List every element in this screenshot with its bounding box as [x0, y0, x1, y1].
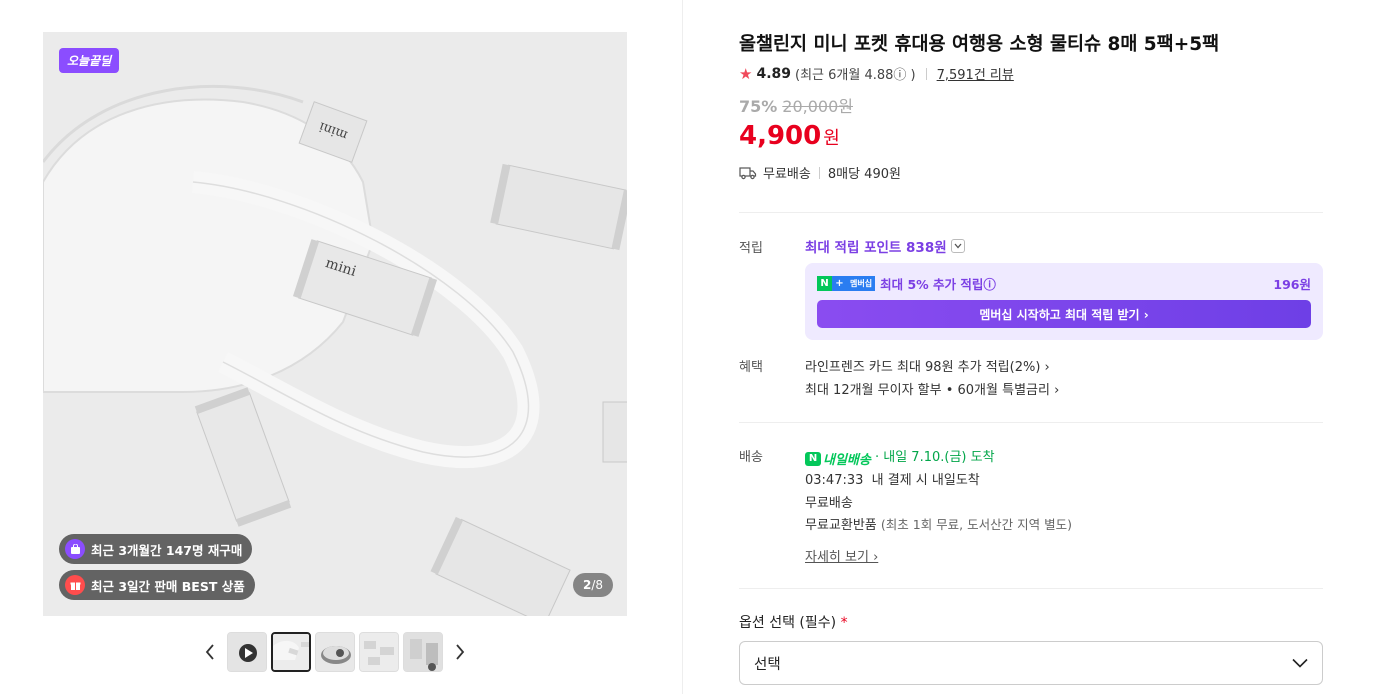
original-price: 20,000원 [782, 97, 854, 116]
unit-price-text: 8매당 490원 [827, 167, 901, 182]
discount-rate: 75% [739, 97, 778, 116]
chevron-down-icon [1292, 658, 1308, 668]
thumbnail-image[interactable] [315, 632, 355, 672]
installment-benefit-link[interactable]: 최대 12개월 무이자 할부 • 60개월 특별금리 › [805, 379, 1059, 398]
image-counter-total: /8 [591, 578, 603, 592]
membership-amount: 196원 [1273, 277, 1311, 292]
required-mark: * [840, 615, 848, 631]
thumbnail-prev-button[interactable] [197, 632, 223, 672]
max-points-text: 최대 적립 포인트 838원 [805, 240, 947, 256]
truck-icon [739, 166, 757, 179]
thumbnail-next-button[interactable] [447, 632, 473, 672]
option-label-text: 옵션 선택 (필수) [739, 615, 837, 631]
section-divider [739, 588, 1323, 589]
naver-n-icon: N [817, 276, 832, 291]
gift-icon [65, 575, 85, 595]
product-page: mini mini 오늘끝딜 최근 3개월간 147명 재구매 최근 3일간 판… [0, 0, 1380, 694]
repurchase-badge: 최근 3개월간 147명 재구매 [59, 534, 253, 564]
delivery-eta-row: N 내일배송 · 내일 7.10.(금) 도착 [805, 446, 995, 468]
benefits-label: 혜택 [739, 360, 763, 375]
naver-n-icon: N [805, 451, 821, 466]
separator [818, 166, 820, 179]
image-counter: 2/8 [572, 573, 613, 597]
thumbnail-strip [197, 632, 473, 672]
free-shipping-text: 무료배송 [763, 167, 811, 182]
chevron-left-icon [205, 644, 214, 660]
option-select-value: 선택 [754, 656, 781, 673]
best-seller-badge: 최근 3일간 판매 BEST 상품 [59, 570, 255, 600]
column-divider [682, 0, 683, 694]
membership-badge-label: 멤버십 [847, 276, 876, 291]
option-label: 옵션 선택 (필수) * [739, 612, 848, 632]
membership-box: N + 멤버십 최대 5% 추가 적립ⓘ 196원 멤버십 시작하고 최대 적립… [805, 263, 1323, 340]
chevron-down-icon [950, 239, 965, 253]
chevron-right-icon [456, 644, 465, 660]
product-title: 올챌린지 미니 포켓 휴대용 여행용 소형 물티슈 8매 5팩+5팩 [739, 34, 1220, 55]
free-returns: 무료교환반품 [805, 518, 877, 533]
discount-row: 75% 20,000원 [739, 93, 1323, 117]
start-membership-button[interactable]: 멤버십 시작하고 최대 적립 받기 › [817, 300, 1311, 328]
thumbnail-video[interactable] [227, 632, 267, 672]
option-select[interactable]: 선택 [739, 641, 1323, 685]
rating-row: ★ 4.89 (최근 6개월 4.88ⓘ ) 7,591건 리뷰 [739, 64, 1323, 84]
bag-icon [65, 539, 85, 559]
price-value: 4,900 [739, 121, 822, 151]
repurchase-text: 최근 3개월간 147명 재구매 [91, 542, 243, 558]
delivery-countdown-row: 03:47:33 내 결제 시 내일도착 [805, 469, 980, 488]
thumbnail-image[interactable] [403, 632, 443, 672]
separator [925, 67, 927, 80]
delivery-arrival: · 내일 7.10.(금) 도착 [874, 450, 995, 465]
thumbnail-image[interactable] [359, 632, 399, 672]
delivery-countdown-note: 내 결제 시 내일도착 [871, 473, 980, 488]
review-count-link[interactable]: 7,591건 리뷰 [937, 64, 1014, 83]
rating-value: 4.89 [756, 65, 791, 82]
tomorrow-delivery-label: 내일배송 [823, 453, 871, 468]
rating-recent[interactable]: (최근 6개월 4.88ⓘ ) [795, 64, 916, 83]
sale-price: 4,900 원 [739, 121, 1323, 151]
delivery-label: 배송 [739, 450, 763, 465]
returns-note: (최초 1회 무료, 도서산간 지역 별도) [880, 517, 1072, 532]
best-seller-text: 최근 3일간 판매 BEST 상품 [91, 578, 245, 594]
points-label: 적립 [739, 241, 763, 256]
product-image-gallery[interactable]: mini mini 오늘끝딜 최근 3개월간 147명 재구매 최근 3일간 판… [43, 32, 627, 616]
price-unit: 원 [823, 128, 840, 149]
thumbnail-image[interactable] [271, 632, 311, 672]
shipping-summary: 무료배송 8매당 490원 [739, 163, 1323, 182]
card-benefit-link[interactable]: 라인프렌즈 카드 최대 98원 추가 적립(2%) › [805, 356, 1050, 375]
product-photo: mini mini [43, 32, 627, 616]
membership-row: N + 멤버십 최대 5% 추가 적립ⓘ 196원 [817, 274, 1311, 293]
membership-extra-text: 최대 5% 추가 적립ⓘ [880, 277, 996, 292]
tomorrow-delivery-badge: N 내일배송 [805, 449, 871, 468]
naver-membership-badge: N + 멤버십 [817, 276, 876, 291]
section-divider [739, 422, 1323, 423]
plus-icon: + [832, 276, 847, 291]
max-points-toggle[interactable]: 최대 적립 포인트 838원 [805, 236, 965, 256]
returns-row: 무료교환반품 (최초 1회 무료, 도서산간 지역 별도) [805, 514, 1072, 533]
product-info: 올챌린지 미니 포켓 휴대용 여행용 소형 물티슈 8매 5팩+5팩 ★ 4.8… [739, 32, 1323, 685]
star-icon: ★ [739, 64, 753, 83]
delivery-details-link[interactable]: 자세히 보기 › [805, 546, 878, 565]
section-divider [739, 212, 1323, 213]
today-deal-badge: 오늘끝딜 [59, 48, 120, 73]
delivery-countdown: 03:47:33 [805, 473, 864, 488]
free-shipping-line: 무료배송 [805, 496, 853, 511]
